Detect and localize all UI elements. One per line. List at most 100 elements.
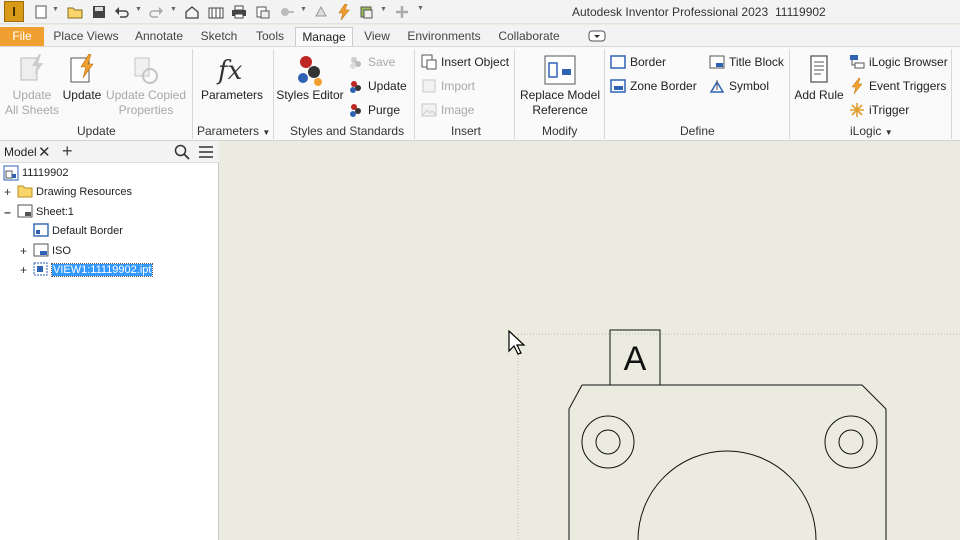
appearance-icon[interactable]	[358, 3, 375, 20]
selection-dropdown-icon[interactable]: ▼	[300, 6, 307, 13]
separator	[951, 49, 952, 139]
update-styles-button[interactable]: Update	[348, 76, 407, 96]
close-icon[interactable]: ✕	[38, 143, 51, 161]
parameters-menu[interactable]: Parameters ▼	[197, 124, 270, 138]
save-icon[interactable]	[90, 3, 107, 20]
add-rule-button[interactable]: Add Rule	[793, 47, 845, 103]
border-icon	[610, 54, 626, 70]
appearance-dropdown-icon[interactable]: ▼	[380, 6, 387, 13]
expand-icon[interactable]: +	[19, 261, 28, 279]
zone-border-button[interactable]: Zone Border	[610, 76, 697, 96]
update-copied-properties-button[interactable]: Update Copied Properties	[104, 47, 188, 118]
tree-item-sheet[interactable]: Sheet:1	[17, 203, 74, 221]
purge-button[interactable]: Purge	[348, 100, 400, 120]
local-update-icon[interactable]	[254, 3, 271, 20]
dropdown-arrow-icon: ▼	[262, 128, 271, 137]
ilogic-browser-button[interactable]: iLogic Browser	[849, 52, 948, 72]
add-icon[interactable]	[393, 3, 410, 20]
replace-model-reference-icon	[544, 54, 576, 86]
update-icon[interactable]	[335, 3, 352, 20]
tab-sketch[interactable]: Sketch	[194, 27, 244, 47]
customize-icon[interactable]: ▼	[417, 5, 424, 12]
file-name: 11119902	[775, 5, 826, 19]
redo-dropdown-icon[interactable]: ▼	[170, 6, 177, 13]
insert-object-icon	[421, 54, 437, 70]
open-icon[interactable]	[66, 3, 83, 20]
update-copied-properties-icon	[130, 54, 162, 86]
tab-model[interactable]: Model	[4, 145, 37, 159]
import-button[interactable]: Import	[421, 76, 475, 96]
menu-icon[interactable]	[198, 144, 214, 163]
border-button[interactable]: Border	[610, 52, 666, 72]
expand-icon[interactable]: +	[3, 183, 12, 201]
tab-file[interactable]: File	[0, 27, 44, 46]
tree-item-default-border[interactable]: Default Border	[33, 222, 123, 240]
group-label-define: Define	[680, 124, 715, 138]
replace-model-reference-button[interactable]: Replace Model Reference	[518, 47, 602, 118]
title-bar: I ▼ ▼ ▼ ▼ ▼ ▼ Autodesk Inventor Professi…	[0, 0, 960, 24]
separator	[192, 49, 193, 139]
update-button[interactable]: Update	[60, 47, 104, 103]
insert-object-button[interactable]: Insert Object	[421, 52, 509, 72]
drawing-canvas[interactable]: A	[220, 141, 960, 540]
ribbon-panel: Update All Sheets Update Update Copied Pro…	[0, 46, 960, 141]
rebuild-icon[interactable]	[312, 3, 329, 20]
separator	[789, 49, 790, 139]
tab-view[interactable]: View	[357, 27, 397, 47]
tab-annotate[interactable]: Annotate	[128, 27, 190, 47]
redo-icon[interactable]	[147, 3, 164, 20]
update-all-sheets-button[interactable]: Update All Sheets	[4, 47, 60, 118]
ilogic-browser-icon	[849, 54, 865, 70]
symbol-button[interactable]: Symbol	[709, 76, 769, 96]
search-icon[interactable]	[174, 144, 190, 163]
home-icon[interactable]	[183, 3, 200, 20]
separator	[604, 49, 605, 139]
group-label-modify: Modify	[542, 124, 578, 138]
drawing-document-icon	[3, 165, 19, 181]
model-browser: Model ✕ + 11119902 + Drawing Resources –…	[0, 141, 219, 540]
image-button[interactable]: Image	[421, 100, 474, 120]
update-icon	[66, 54, 98, 86]
print-icon[interactable]	[230, 3, 247, 20]
expand-icon[interactable]: +	[19, 242, 28, 260]
tree-item-drawing-resources[interactable]: Drawing Resources	[17, 183, 132, 201]
browser-header: Model ✕ +	[0, 141, 219, 163]
tab-place-views[interactable]: Place Views	[47, 27, 125, 47]
datum-identifier-box: A	[609, 329, 661, 386]
new-dropdown-icon[interactable]: ▼	[52, 6, 59, 13]
tab-environments[interactable]: Environments	[401, 27, 487, 47]
collapse-icon[interactable]: –	[3, 203, 12, 221]
tree-item-root[interactable]: 11119902	[3, 164, 69, 182]
import-icon	[421, 78, 437, 94]
selection-icon[interactable]	[278, 3, 295, 20]
new-icon[interactable]	[32, 3, 49, 20]
save-styles-button[interactable]: Save	[348, 52, 395, 72]
sketch-icon[interactable]	[207, 3, 224, 20]
undo-icon[interactable]	[113, 3, 130, 20]
tree-item-view1[interactable]: VIEW1:11119902.ipt	[33, 261, 154, 279]
tab-collaborate[interactable]: Collaborate	[491, 27, 567, 47]
separator	[514, 49, 515, 139]
separator	[273, 49, 274, 139]
parameters-button[interactable]: fx Parameters	[200, 47, 264, 103]
tab-manage[interactable]: Manage	[295, 27, 353, 48]
folder-icon	[17, 184, 33, 198]
update-styles-icon	[348, 78, 364, 94]
event-triggers-button[interactable]: Event Triggers	[849, 76, 946, 96]
ilogic-menu[interactable]: iLogic ▼	[850, 124, 893, 138]
function-fx-icon: fx	[216, 54, 248, 86]
sheet-icon	[17, 204, 33, 218]
title-block-button[interactable]: Title Block	[709, 52, 784, 72]
group-label-insert: Insert	[451, 124, 482, 138]
tab-tools[interactable]: Tools	[248, 27, 292, 47]
add-icon[interactable]: +	[62, 141, 73, 162]
add-rule-scroll-icon	[803, 54, 835, 86]
itrigger-button[interactable]: iTrigger	[849, 100, 909, 120]
dropdown-arrow-icon: ▼	[884, 128, 893, 137]
styles-editor-button[interactable]: Styles Editor	[276, 47, 344, 103]
styles-editor-icon	[294, 54, 326, 86]
tree-item-iso[interactable]: ISO	[33, 242, 71, 260]
inventor-logo-icon[interactable]: I	[4, 1, 24, 22]
undo-dropdown-icon[interactable]: ▼	[135, 6, 142, 13]
group-label-styles: Styles and Standards	[290, 124, 405, 138]
